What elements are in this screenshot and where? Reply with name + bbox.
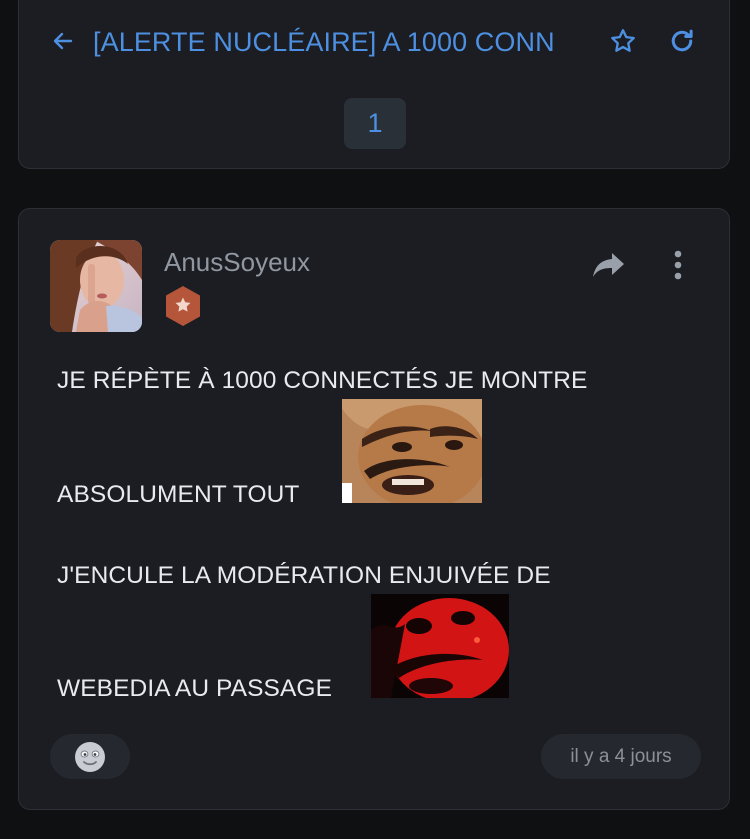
star-icon: [611, 29, 635, 52]
post-text-line: JE RÉPÈTE À 1000 CONNECTÉS JE MONTRE: [57, 367, 588, 394]
laughing-man-sticker: [342, 399, 482, 503]
share-arrow-icon: [593, 253, 624, 277]
pagination-page-button[interactable]: 1: [344, 98, 406, 149]
reaction-button[interactable]: [50, 734, 130, 779]
refresh-icon: [671, 29, 693, 52]
rank-badge: [164, 285, 202, 327]
topic-header-card: [ALERTE NUCLÉAIRE] A 1000 CONN 1: [18, 0, 730, 169]
post-date[interactable]: il y a 4 jours: [541, 734, 701, 779]
sticker[interactable]: [371, 594, 509, 698]
red-demon-face-sticker: [371, 594, 509, 698]
arrow-left-icon: [53, 32, 73, 50]
post-text-line: WEBEDIA AU PASSAGE: [57, 675, 333, 702]
user-avatar-photo: [50, 240, 142, 332]
share-button[interactable]: [589, 247, 629, 283]
post-text-line: J'ENCULE LA MODÉRATION ENJUIVÉE DE: [57, 562, 551, 589]
favorite-button[interactable]: [607, 25, 639, 57]
topic-header: [ALERTE NUCLÉAIRE] A 1000 CONN: [19, 5, 729, 75]
refresh-button[interactable]: [666, 25, 698, 57]
topic-title[interactable]: [ALERTE NUCLÉAIRE] A 1000 CONN: [93, 27, 573, 57]
star-badge-icon: [166, 286, 200, 326]
post-author-name[interactable]: AnusSoyeux: [164, 247, 310, 278]
post-card: AnusSoyeux JE RÉPÈTE À 1000 CONNECTÉS JE…: [18, 208, 730, 810]
avatar[interactable]: [50, 240, 142, 332]
smiley-reaction-icon: [75, 741, 105, 772]
more-options-button[interactable]: [663, 245, 693, 285]
sticker[interactable]: [342, 399, 482, 503]
post-text-line: ABSOLUMENT TOUT: [57, 481, 300, 508]
back-button[interactable]: [49, 27, 77, 55]
more-vertical-icon: [674, 250, 682, 280]
